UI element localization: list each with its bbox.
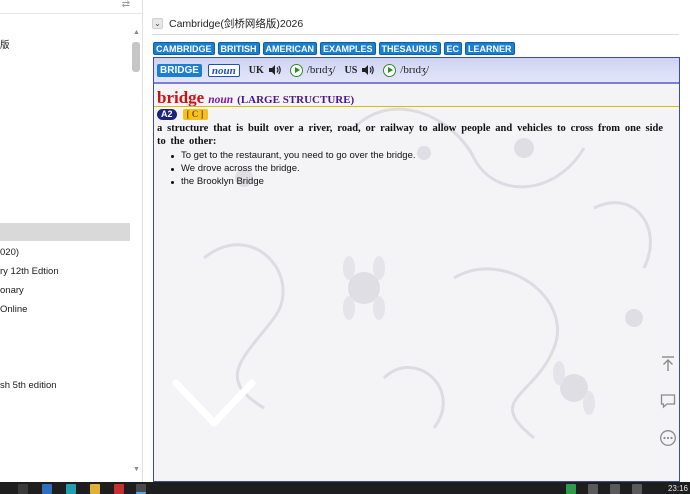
sidebar-scrollbar[interactable]: ▲ ▼ [130,14,142,482]
dictionary-content-panel: ⌄ Cambridge(剑桥网络版)2026 CAMBRIDGE BRITISH… [143,0,690,482]
uk-ipa: /brɪdʒ/ [306,64,336,76]
taskbar-app-icon[interactable] [42,484,52,494]
part-of-speech-pill: noun [207,63,240,77]
scroll-down-arrow-icon[interactable]: ▼ [133,466,140,473]
sidebar-item[interactable]: Online [0,304,27,315]
sidebar-item-selected[interactable] [0,223,130,241]
entry-word-pill: BRIDGE [157,63,202,77]
taskbar-app-icon[interactable] [90,484,100,494]
tab-american[interactable]: AMERICAN [262,42,317,55]
taskbar-app-icon[interactable] [66,484,76,494]
level-grammar-row: A2 [ C ] [157,109,208,120]
tray-icon[interactable] [610,484,620,494]
swap-icon[interactable]: ⇄ [122,0,130,10]
sidebar-item[interactable]: 020) [0,247,19,258]
tab-examples[interactable]: EXAMPLES [320,42,376,55]
example-sentence: the Brooklyn Bridge [171,176,416,189]
example-sentence: To get to the restaurant, you need to go… [171,150,416,163]
headword: bridge [157,88,205,107]
definition-text: a structure that is built over a river, … [157,123,663,147]
collapse-chevron-icon[interactable]: ⌄ [152,17,163,29]
taskbar-app-icon[interactable] [18,484,28,494]
dictionary-header[interactable]: ⌄ Cambridge(剑桥网络版)2026 [152,14,303,32]
sidebar-item[interactable]: ry 12th Edtion [0,266,59,277]
tab-thesaurus[interactable]: THESAURUS [378,42,441,55]
sidebar-item[interactable]: 版 [0,37,10,51]
cefr-level-badge: A2 [157,109,177,120]
tray-icon[interactable] [588,484,598,494]
uk-label: UK [248,64,264,76]
uk-play-audio-icon[interactable] [289,63,303,77]
divider [152,34,679,35]
us-play-audio-icon[interactable] [383,63,397,77]
app-window: ⇄ 版 020) ry 12th Edtion onary Online sh … [0,0,690,494]
scroll-up-arrow-icon[interactable]: ▲ [133,29,140,36]
headword-divider [154,106,679,107]
example-sentence: We drove across the bridge. [171,163,416,176]
taskbar-app-icon-active[interactable] [136,484,146,494]
feedback-comment-icon[interactable] [659,392,677,410]
uk-speaker-icon[interactable] [268,64,282,76]
sidebar-header: ⇄ [0,0,142,14]
system-taskbar: 23:16 [0,482,690,494]
dictionary-title: Cambridge(剑桥网络版)2026 [169,17,304,30]
tab-british[interactable]: BRITISH [217,42,260,55]
taskbar-app-icon[interactable] [114,484,124,494]
scroll-to-top-icon[interactable] [659,355,677,373]
headword-row: bridge noun (LARGE STRUCTURE) [157,88,354,108]
tray-icon[interactable] [566,484,576,494]
more-options-icon[interactable] [659,429,677,447]
dictionary-list-sidebar: ⇄ 版 020) ry 12th Edtion onary Online sh … [0,0,143,482]
grammar-code-badge: [ C ] [182,109,208,120]
us-speaker-icon[interactable] [361,64,375,76]
tray-icon[interactable] [632,484,642,494]
us-label: US [344,64,358,76]
dictionary-tabs: CAMBRIDGE BRITISH AMERICAN EXAMPLES THES… [153,42,515,55]
tab-cambridge[interactable]: CAMBRIDGE [153,42,215,55]
sidebar-item[interactable]: sh 5th edition [0,380,57,391]
pronunciation-bar: BRIDGE noun UK /brɪdʒ/ US /brɪdʒ/ [154,58,679,84]
sidebar-item[interactable]: onary [0,285,24,296]
headword-pos: noun [208,94,234,106]
clock-time[interactable]: 23:16 [668,484,688,493]
scrollbar-thumb[interactable] [132,42,140,72]
tab-ec[interactable]: EC [443,42,463,55]
tab-learner[interactable]: LEARNER [465,42,515,55]
us-ipa: /brɪdʒ/ [400,64,429,76]
example-list: To get to the restaurant, you need to go… [171,150,416,189]
guideword: (LARGE STRUCTURE) [237,94,355,106]
entry-card: BRIDGE noun UK /brɪdʒ/ US /brɪdʒ/ bridge… [153,57,680,482]
